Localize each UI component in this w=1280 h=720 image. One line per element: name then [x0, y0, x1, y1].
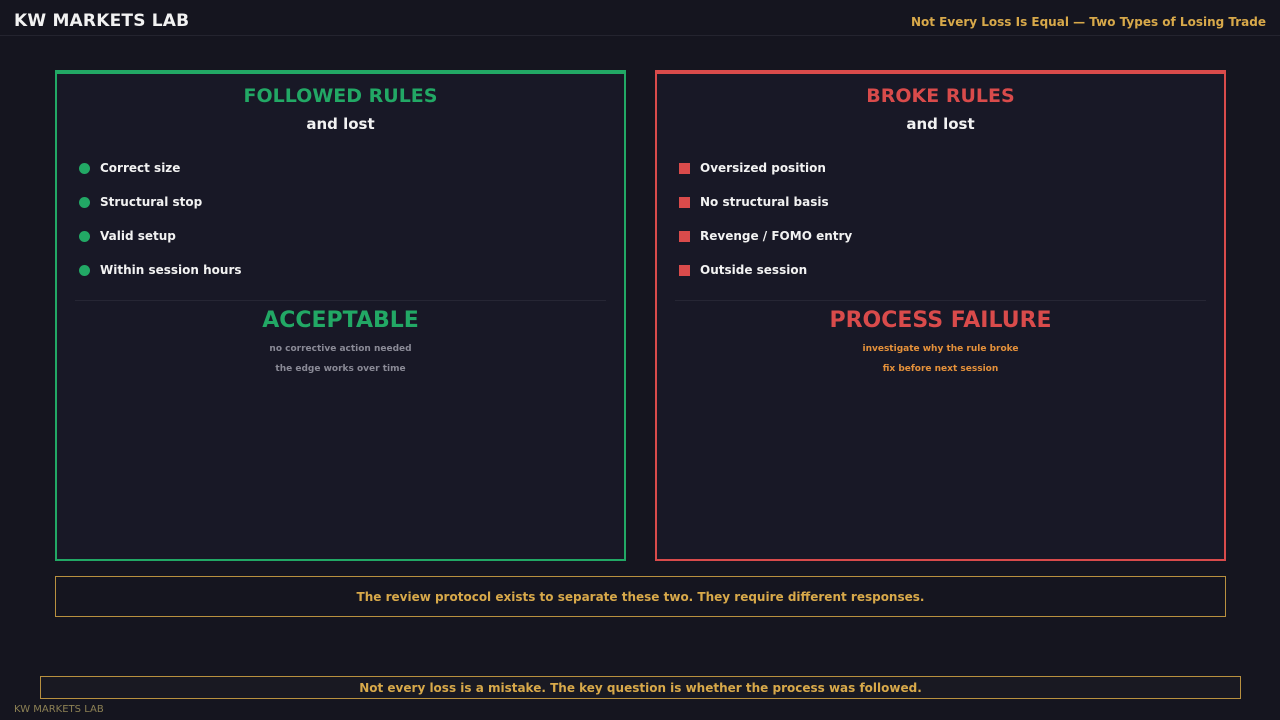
header-bar: KW MARKETS LAB Not Every Loss Is Equal —… — [0, 0, 1280, 36]
list-item: Oversized position — [679, 160, 826, 176]
panel-divider — [675, 300, 1206, 301]
acceptable-verdict: ACCEPTABLE — [262, 308, 419, 333]
square-bullet-icon — [679, 162, 690, 174]
followed-rules-panel: FOLLOWED RULES and lost Correct size Str… — [55, 70, 626, 561]
list-item-label: Valid setup — [100, 229, 176, 243]
list-item: Correct size — [79, 160, 180, 176]
list-item: Outside session — [679, 262, 807, 278]
list-item: No structural basis — [679, 194, 829, 210]
circle-bullet-icon — [79, 162, 90, 174]
square-bullet-icon — [679, 196, 690, 208]
verdict-note: investigate why the rule broke — [862, 344, 1019, 354]
list-item-label: Outside session — [700, 263, 808, 277]
circle-bullet-icon — [79, 196, 90, 208]
footer-brand: KW MARKETS LAB — [14, 704, 104, 715]
verdict-note: the edge works over time — [275, 364, 406, 374]
page-subtitle: Not Every Loss Is Equal — Two Types of L… — [910, 15, 1266, 29]
followed-rules-subtitle: and lost — [306, 115, 375, 133]
list-item-label: Correct size — [100, 161, 181, 175]
broke-rules-subtitle: and lost — [906, 115, 975, 133]
list-item-label: Oversized position — [700, 161, 826, 175]
review-protocol-callout: The review protocol exists to separate t… — [55, 576, 1226, 617]
verdict-note: no corrective action needed — [269, 344, 412, 354]
list-item: Valid setup — [79, 228, 176, 244]
list-item: Structural stop — [79, 194, 202, 210]
verdict-note: fix before next session — [882, 364, 999, 374]
list-item-label: Within session hours — [100, 263, 242, 277]
list-item: Within session hours — [79, 262, 242, 278]
broke-rules-panel: BROKE RULES and lost Oversized position … — [655, 70, 1226, 561]
list-item-label: Structural stop — [100, 195, 203, 209]
square-bullet-icon — [679, 230, 690, 242]
circle-bullet-icon — [79, 230, 90, 242]
process-failure-verdict: PROCESS FAILURE — [829, 308, 1052, 333]
square-bullet-icon — [679, 264, 690, 276]
list-item-label: Revenge / FOMO entry — [700, 229, 853, 243]
circle-bullet-icon — [79, 264, 90, 276]
list-item: Revenge / FOMO entry — [679, 228, 852, 244]
brand-title: KW MARKETS LAB — [14, 11, 190, 31]
footer-message: Not every loss is a mistake. The key que… — [40, 676, 1241, 699]
broke-rules-title: BROKE RULES — [866, 85, 1015, 107]
list-item-label: No structural basis — [700, 195, 829, 209]
followed-rules-title: FOLLOWED RULES — [243, 85, 438, 107]
panel-divider — [75, 300, 606, 301]
